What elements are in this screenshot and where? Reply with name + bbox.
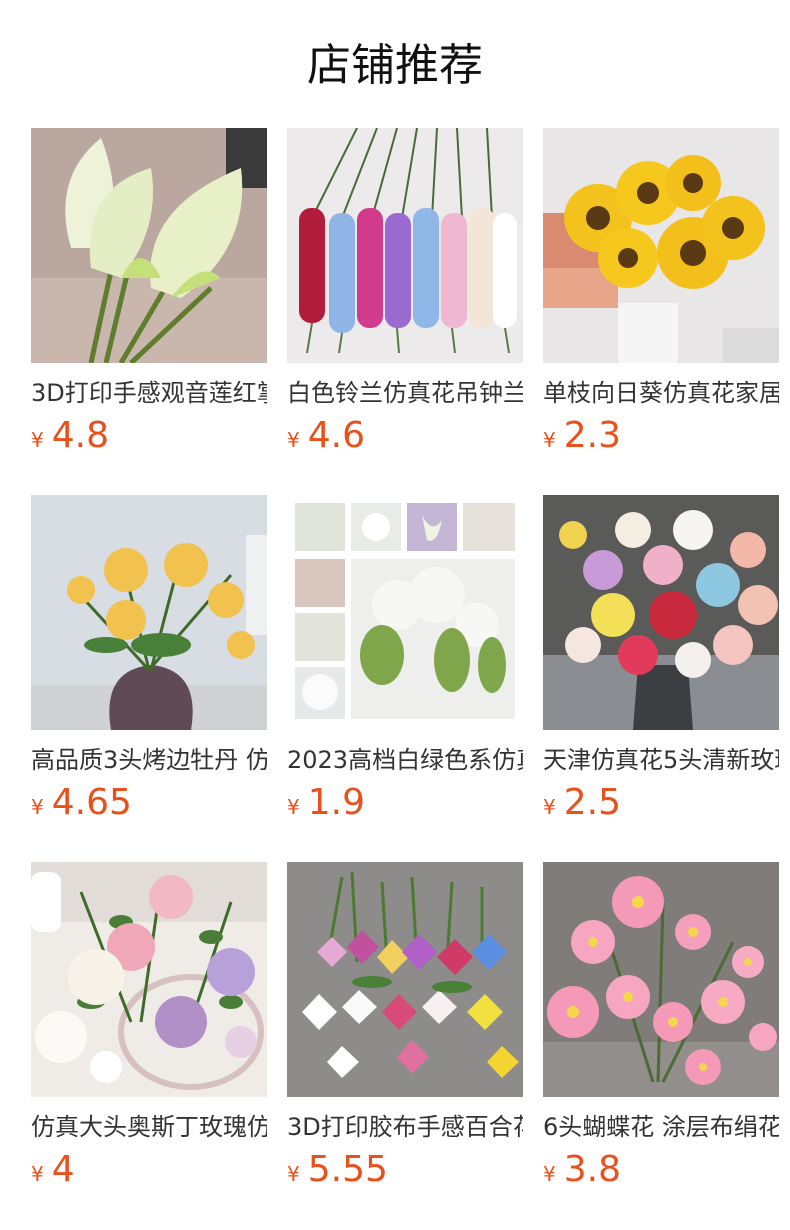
product-name[interactable]: 白色铃兰仿真花吊钟兰 [287,378,523,408]
currency-symbol: ¥ [543,795,556,819]
product-card[interactable]: 3D打印手感观音莲红掌 ¥4.8 [31,128,267,495]
currency-symbol: ¥ [287,1162,300,1186]
price-amount: 1.9 [307,782,365,823]
product-name[interactable]: 单枝向日葵仿真花家居摆件 [543,378,779,408]
product-name[interactable]: 仿真大头奥斯丁玫瑰仿真花 [31,1112,267,1142]
product-price: ¥2.5 [543,781,621,825]
price-amount: 2.5 [563,782,621,823]
product-price: ¥2.3 [543,414,621,458]
product-card[interactable]: 3D打印胶布手感百合花 ¥5.55 [287,862,523,1229]
product-card[interactable]: 2023高档白绿色系仿真花 ¥1.9 [287,495,523,862]
product-price: ¥1.9 [287,781,365,825]
product-card[interactable]: 高品质3头烤边牡丹 仿真花 ¥4.65 [31,495,267,862]
product-image-butterfly-flowers[interactable] [543,862,779,1097]
product-name[interactable]: 2023高档白绿色系仿真花 [287,745,523,775]
currency-symbol: ¥ [31,1162,44,1186]
product-price: ¥4.65 [31,781,132,825]
product-image-lilies[interactable] [287,862,523,1097]
price-amount: 5.55 [307,1149,388,1190]
currency-symbol: ¥ [31,428,44,452]
product-image-sunflowers[interactable] [543,128,779,363]
price-amount: 3.8 [563,1149,621,1190]
product-card[interactable]: 仿真大头奥斯丁玫瑰仿真花 ¥4 [31,862,267,1229]
price-amount: 4.8 [51,415,109,456]
price-amount: 4 [51,1149,75,1190]
currency-symbol: ¥ [543,428,556,452]
product-price: ¥3.8 [543,1148,621,1192]
product-card[interactable]: 天津仿真花5头清新玫瑰 ¥2.5 [543,495,779,862]
product-image-austin-roses[interactable] [31,862,267,1097]
section-title: 店铺推荐 [307,40,483,91]
product-name[interactable]: 3D打印胶布手感百合花 [287,1112,523,1142]
product-image-bellflowers[interactable] [287,128,523,363]
product-image-anthurium[interactable] [31,128,267,363]
price-amount: 4.65 [51,782,132,823]
product-card[interactable]: 白色铃兰仿真花吊钟兰 ¥4.6 [287,128,523,495]
product-price: ¥4.8 [31,414,109,458]
product-name[interactable]: 高品质3头烤边牡丹 仿真花 [31,745,267,775]
product-price: ¥4.6 [287,414,365,458]
currency-symbol: ¥ [31,795,44,819]
product-name[interactable]: 天津仿真花5头清新玫瑰 [543,745,779,775]
currency-symbol: ¥ [543,1162,556,1186]
product-card[interactable]: 单枝向日葵仿真花家居摆件 ¥2.3 [543,128,779,495]
product-price: ¥5.55 [287,1148,388,1192]
currency-symbol: ¥ [287,795,300,819]
product-card[interactable]: 6头蝴蝶花 涂层布绢花 ¥3.8 [543,862,779,1229]
price-amount: 4.6 [307,415,365,456]
product-image-collage[interactable] [287,495,523,730]
product-image-roses[interactable] [543,495,779,730]
product-name[interactable]: 6头蝴蝶花 涂层布绢花 [543,1112,779,1142]
product-grid: 3D打印手感观音莲红掌 ¥4.8 白色铃兰仿真花吊钟兰 ¥ 4.6 单枝向日葵仿… [31,128,779,1229]
product-price: ¥4 [31,1148,75,1192]
product-image-peonies[interactable] [31,495,267,730]
product-name[interactable]: 3D打印手感观音莲红掌 [31,378,267,408]
price-amount: 2.3 [563,415,621,456]
currency-symbol: ¥ [287,428,300,452]
